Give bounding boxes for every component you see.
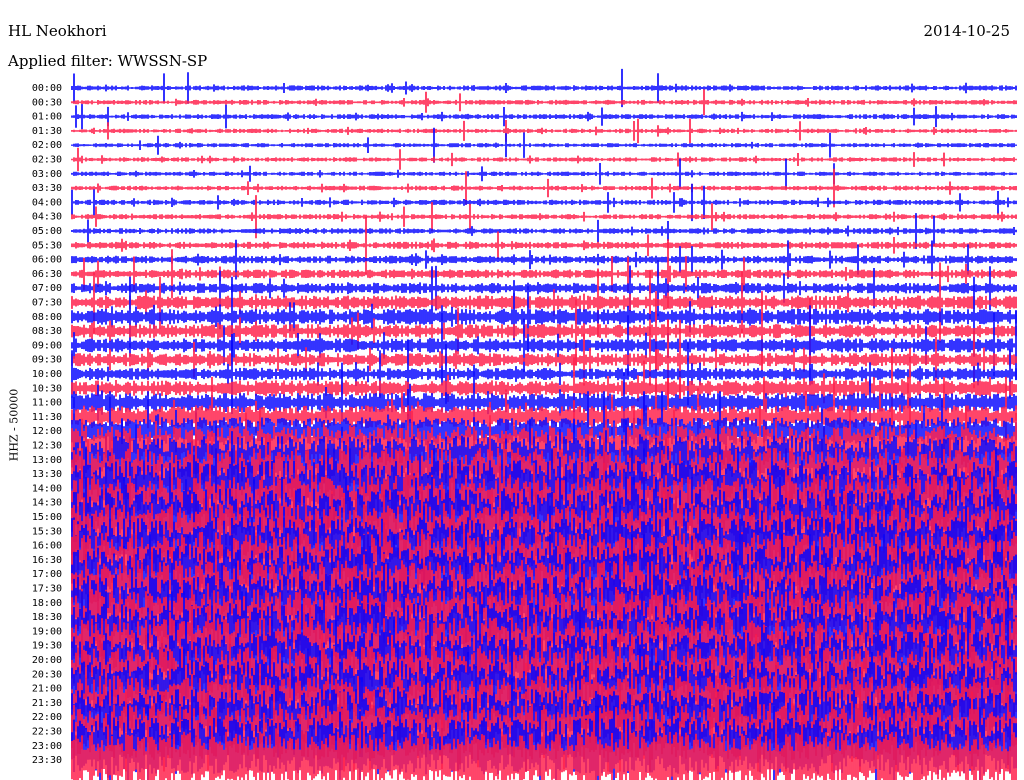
time-tick-label: 02:30 (32, 155, 62, 166)
trace-rows (71, 68, 1017, 780)
time-tick-label: 08:30 (32, 326, 62, 337)
time-tick-label: 20:30 (32, 669, 62, 680)
time-tick-label: 23:30 (32, 755, 62, 766)
time-tick-label: 03:30 (32, 183, 62, 194)
time-tick-label: 06:00 (32, 255, 62, 266)
time-tick-label: 01:30 (32, 126, 62, 137)
time-tick-label: 17:30 (32, 584, 62, 595)
time-tick-label: 02:00 (32, 140, 62, 151)
time-tick-label: 03:00 (32, 169, 62, 180)
time-tick-label: 19:00 (32, 626, 62, 637)
seismogram-plot: 00:00 00:30 01:00 01:30 02:00 02:30 03:00 03:30… (32, 68, 1017, 780)
time-tick-label: 14:30 (32, 498, 62, 509)
time-tick-label: 21:00 (32, 684, 62, 695)
time-tick-label: 09:00 (32, 340, 62, 351)
trace-row (71, 104, 1017, 130)
time-tick-label: 06:30 (32, 269, 62, 280)
time-tick-label: 22:00 (32, 712, 62, 723)
time-tick-label: 01:00 (32, 112, 62, 123)
time-tick-label: 14:00 (32, 483, 62, 494)
time-tick-label: 08:00 (32, 312, 62, 323)
trace-row (71, 127, 1017, 163)
time-tick-label: 15:00 (32, 512, 62, 523)
trace-row (71, 118, 1017, 144)
time-tick-label: 07:00 (32, 283, 62, 294)
time-tick-label: 05:30 (32, 240, 62, 251)
trace-row (71, 216, 1017, 274)
time-tick-label: 09:30 (32, 355, 62, 366)
time-tick-label: 23:00 (32, 741, 62, 752)
time-tick-label: 13:30 (32, 469, 62, 480)
trace-row (71, 147, 1017, 172)
time-tick-label: 13:00 (32, 455, 62, 466)
time-tick-label: 17:00 (32, 569, 62, 580)
time-tick-labels: 00:00 00:30 01:00 01:30 02:00 02:30 03:00 03:30… (32, 83, 62, 766)
time-tick-label: 04:30 (32, 212, 62, 223)
time-tick-label: 21:30 (32, 698, 62, 709)
time-tick-label: 18:30 (32, 612, 62, 623)
time-tick-label: 00:00 (32, 83, 62, 94)
time-tick-label: 19:30 (32, 641, 62, 652)
time-tick-label: 22:30 (32, 727, 62, 738)
trace-row (71, 158, 1017, 189)
time-tick-label: 05:00 (32, 226, 62, 237)
time-tick-label: 12:30 (32, 441, 62, 452)
time-tick-label: 18:00 (32, 598, 62, 609)
time-tick-label: 00:30 (32, 97, 62, 108)
time-tick-label: 10:00 (32, 369, 62, 380)
time-tick-label: 10:30 (32, 383, 62, 394)
time-tick-label: 15:30 (32, 526, 62, 537)
trace-row (71, 89, 1017, 116)
time-tick-label: 16:30 (32, 555, 62, 566)
time-tick-label: 11:00 (32, 398, 62, 409)
time-tick-label: 16:00 (32, 541, 62, 552)
time-tick-label: 12:00 (32, 426, 62, 437)
time-tick-label: 11:30 (32, 412, 62, 423)
time-tick-label: 07:30 (32, 298, 62, 309)
time-tick-label: 20:00 (32, 655, 62, 666)
time-tick-label: 04:00 (32, 197, 62, 208)
